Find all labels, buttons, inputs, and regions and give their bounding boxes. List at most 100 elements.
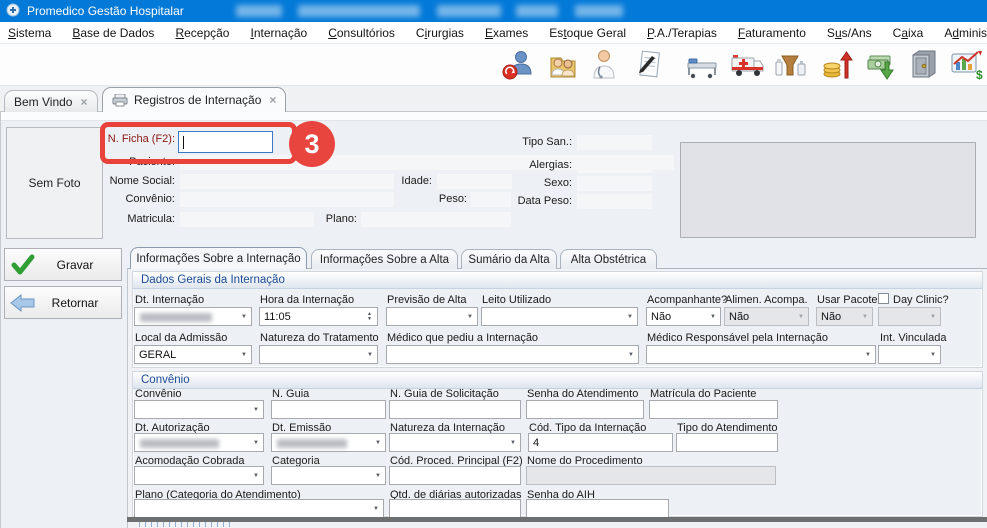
menu-item-administra-o[interactable]: Administração bbox=[944, 24, 987, 42]
tab-sum-rio-da-alta[interactable]: Sumário da Alta bbox=[461, 249, 557, 269]
usar-pacote-label: Usar Pacote? bbox=[817, 294, 884, 306]
tab-informa-es-sobre-a-alta[interactable]: Informações Sobre a Alta bbox=[311, 249, 458, 269]
plano-categoria-combobox[interactable]: ▼ bbox=[134, 499, 384, 518]
acompanhante-label: Acompanhante? bbox=[647, 294, 727, 306]
chevron-down-icon: ▼ bbox=[367, 352, 373, 358]
medico-responsavel-label: Médico Responsável pela Internação bbox=[647, 332, 828, 344]
payout-down-icon[interactable] bbox=[859, 46, 901, 84]
leito-label: Leito Utilizado bbox=[482, 294, 551, 306]
plano-value bbox=[361, 212, 511, 227]
chevron-down-icon: ▼ bbox=[628, 352, 634, 358]
chevron-down-icon: ▼ bbox=[865, 352, 871, 358]
convenio-value bbox=[180, 192, 394, 207]
menu-item-recep-o[interactable]: Recepção bbox=[175, 24, 229, 42]
printer-icon bbox=[112, 94, 128, 107]
check-icon bbox=[5, 254, 41, 276]
day-clinic-checkbox[interactable] bbox=[878, 293, 889, 304]
svg-text:$: $ bbox=[976, 68, 983, 82]
leito-combobox[interactable]: ▼ bbox=[481, 307, 638, 326]
menu-item-base-de-dados[interactable]: Base de Dados bbox=[72, 24, 154, 42]
convenio-field-label: Convênio bbox=[135, 388, 181, 400]
group-dados-gerais: Dados Gerais da Internação Dt. Internaçã… bbox=[132, 271, 983, 368]
dt-autorizacao-combobox[interactable]: ▼ bbox=[134, 433, 264, 452]
user-sync-icon[interactable] bbox=[497, 46, 539, 84]
menu-item-cirurgias[interactable]: Cirurgias bbox=[416, 24, 464, 42]
menu-item-caixa[interactable]: Caixa bbox=[893, 24, 924, 42]
acomodacao-combobox[interactable]: ▼ bbox=[134, 466, 264, 485]
qtd-diarias-input[interactable] bbox=[389, 499, 521, 518]
sexo-label: Sexo: bbox=[495, 177, 572, 189]
medico-responsavel-combobox[interactable]: ▼ bbox=[646, 345, 876, 364]
n-guia-solicitacao-input[interactable] bbox=[389, 400, 521, 419]
menu-item-p-a-terapias[interactable]: P.A./Terapias bbox=[647, 24, 717, 42]
observations-box bbox=[680, 142, 976, 238]
chevron-down-icon: ▼ bbox=[798, 314, 804, 320]
menu-item-interna-o[interactable]: Internação bbox=[250, 24, 307, 42]
senha-aih-input[interactable] bbox=[526, 499, 669, 518]
patients-folder-icon[interactable] bbox=[542, 46, 584, 84]
cod-proced-input[interactable] bbox=[389, 466, 521, 485]
dt-internacao-combobox[interactable]: ▼ bbox=[134, 307, 252, 326]
tab-informa-es-sobre-a-interna-o[interactable]: Informações Sobre a Internação bbox=[130, 247, 307, 269]
arrow-left-icon bbox=[5, 294, 41, 312]
menu-item-exames[interactable]: Exames bbox=[485, 24, 528, 42]
redacted-text bbox=[575, 5, 623, 17]
dt-emissao-combobox[interactable]: ▼ bbox=[271, 433, 386, 452]
chevron-down-icon: ▼ bbox=[253, 440, 259, 446]
menu-item-consult-rios[interactable]: Consultórios bbox=[328, 24, 395, 42]
hora-internacao-spinner[interactable]: 11:05▲▼ bbox=[259, 307, 378, 326]
acompanhante-combobox[interactable]: Não▼ bbox=[646, 307, 721, 326]
save-button[interactable]: Gravar bbox=[4, 248, 122, 281]
safe-icon[interactable] bbox=[902, 46, 944, 84]
close-icon[interactable]: × bbox=[80, 96, 87, 108]
ambulance-icon[interactable] bbox=[726, 46, 768, 84]
market-analysis-icon[interactable]: $ bbox=[945, 46, 987, 84]
back-button[interactable]: Retornar bbox=[4, 286, 122, 319]
step-badge: 3 bbox=[289, 121, 335, 167]
n-guia-input[interactable] bbox=[271, 400, 386, 419]
doctor-icon[interactable] bbox=[584, 46, 626, 84]
document-tab-registros-de-interna-o[interactable]: Registros de Internação× bbox=[102, 87, 286, 112]
day-clinic-label: Day Clinic? bbox=[893, 294, 949, 306]
redacted-text bbox=[516, 5, 558, 17]
next-section-clipped-text bbox=[139, 522, 231, 527]
chevron-down-icon: ▼ bbox=[241, 314, 247, 320]
categoria-combobox[interactable]: ▼ bbox=[271, 466, 386, 485]
cod-tipo-internacao-input[interactable]: 4 bbox=[528, 433, 673, 452]
convenio-combobox[interactable]: ▼ bbox=[134, 400, 264, 419]
hora-internacao-label: Hora da Internação bbox=[260, 294, 354, 306]
medico-pediu-combobox[interactable]: ▼ bbox=[386, 345, 639, 364]
menu-item-estoque-geral[interactable]: Estoque Geral bbox=[549, 24, 626, 42]
local-admissao-combobox[interactable]: GERAL▼ bbox=[134, 345, 252, 364]
previsao-alta-combobox[interactable]: ▼ bbox=[386, 307, 478, 326]
tipo-atendimento-input[interactable] bbox=[676, 433, 778, 452]
close-icon[interactable]: × bbox=[269, 94, 276, 106]
data-peso-label: Data Peso: bbox=[495, 195, 572, 207]
matricula-paciente-input[interactable] bbox=[649, 400, 778, 419]
title-bar: Promedico Gestão Hospitalar bbox=[0, 0, 987, 22]
section-splitter[interactable] bbox=[127, 517, 987, 522]
menu-item-sus-ans[interactable]: Sus/Ans bbox=[827, 24, 872, 42]
tab-alta-obst-trica[interactable]: Alta Obstétrica bbox=[560, 249, 657, 269]
alergias-label: Alergias: bbox=[495, 159, 572, 171]
chevron-down-icon: ▼ bbox=[253, 407, 259, 413]
menu-item-faturamento[interactable]: Faturamento bbox=[738, 24, 806, 42]
chevron-down-icon: ▼ bbox=[467, 314, 473, 320]
natureza-internacao-combobox[interactable]: ▼ bbox=[389, 433, 521, 452]
int-vinculada-label: Int. Vinculada bbox=[880, 332, 946, 344]
senha-atendimento-input[interactable] bbox=[526, 400, 644, 419]
previsao-alta-label: Previsão de Alta bbox=[387, 294, 467, 306]
stock-supplies-icon[interactable] bbox=[769, 46, 811, 84]
document-sign-icon[interactable] bbox=[629, 46, 671, 84]
revenue-up-icon[interactable] bbox=[816, 46, 858, 84]
menu-item-sistema[interactable]: Sistema bbox=[8, 24, 51, 42]
int-vinculada-combobox[interactable]: ▼ bbox=[878, 345, 941, 364]
document-tab-bem-vindo[interactable]: Bem Vindo× bbox=[4, 90, 98, 112]
plano-label: Plano: bbox=[280, 213, 357, 225]
convenio-label: Convênio: bbox=[85, 193, 175, 205]
spinner-arrows-icon[interactable]: ▲▼ bbox=[363, 309, 376, 324]
natureza-tratamento-combobox[interactable]: ▼ bbox=[259, 345, 378, 364]
hospital-bed-icon[interactable] bbox=[681, 46, 723, 84]
n-guia-solicitacao-label: N. Guia de Solicitação bbox=[390, 388, 499, 400]
highlight-annotation bbox=[100, 122, 297, 164]
